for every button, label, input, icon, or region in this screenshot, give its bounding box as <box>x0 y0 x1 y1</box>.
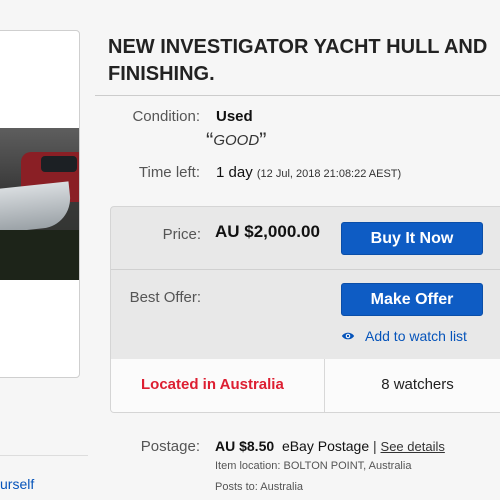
postage-label: Postage: <box>140 438 200 455</box>
best-offer-label: Best Offer: <box>129 289 201 306</box>
watchers-count: 8 watchers <box>381 376 454 393</box>
price-label: Price: <box>162 226 201 243</box>
item-image-card[interactable] <box>0 30 80 378</box>
time-left-days: 1 day <box>216 164 253 181</box>
item-title-line-1: NEW INVESTIGATOR YACHT HULL AND <box>108 36 488 58</box>
watch-link-label[interactable]: Add to watch list <box>365 328 467 344</box>
time-left-value: 1 day (12 Jul, 2018 21:08:22 AEST) <box>216 164 401 181</box>
item-location: Item location: BOLTON POINT, Australia <box>215 460 412 472</box>
title-divider <box>95 95 500 96</box>
condition-note: “GOOD” <box>206 128 267 154</box>
left-divider <box>0 455 88 456</box>
eye-icon <box>341 332 355 340</box>
make-offer-button[interactable]: Make Offer <box>341 283 483 316</box>
buy-it-now-button[interactable]: Buy It Now <box>341 222 483 255</box>
purchase-panel: Price: AU $2,000.00 Buy It Now Best Offe… <box>110 206 500 413</box>
item-photo[interactable] <box>0 128 79 280</box>
condition-value: Used <box>216 108 253 125</box>
close-quote: ” <box>259 128 267 153</box>
time-left-detail: (12 Jul, 2018 21:08:22 AEST) <box>256 168 402 180</box>
add-to-watch-list-link[interactable]: Add to watch list <box>341 328 467 344</box>
condition-note-text: GOOD <box>213 132 260 149</box>
left-partial-link[interactable]: urself <box>0 476 34 492</box>
time-left-label: Time left: <box>138 164 200 181</box>
price-value: AU $2,000.00 <box>215 222 320 241</box>
postage-amount: AU $8.50 <box>215 438 275 454</box>
item-title-line-2: FINISHING. <box>108 63 215 85</box>
posts-to: Posts to: Australia <box>215 481 304 493</box>
photo-car-window <box>41 156 77 172</box>
item-title: NEW INVESTIGATOR YACHT HULL AND FINISHIN… <box>108 34 500 88</box>
see-details-link[interactable]: See details <box>381 439 445 454</box>
photo-hull <box>0 181 74 235</box>
postage-separator: | <box>373 438 377 454</box>
located-in-text: Located in Australia <box>141 376 284 393</box>
postage-service: eBay Postage <box>281 438 370 454</box>
postage-value: AU $8.50 eBay Postage | See details <box>215 438 445 454</box>
condition-label: Condition: <box>132 108 200 125</box>
photo-ground <box>0 230 79 280</box>
panel-divider <box>111 269 500 270</box>
